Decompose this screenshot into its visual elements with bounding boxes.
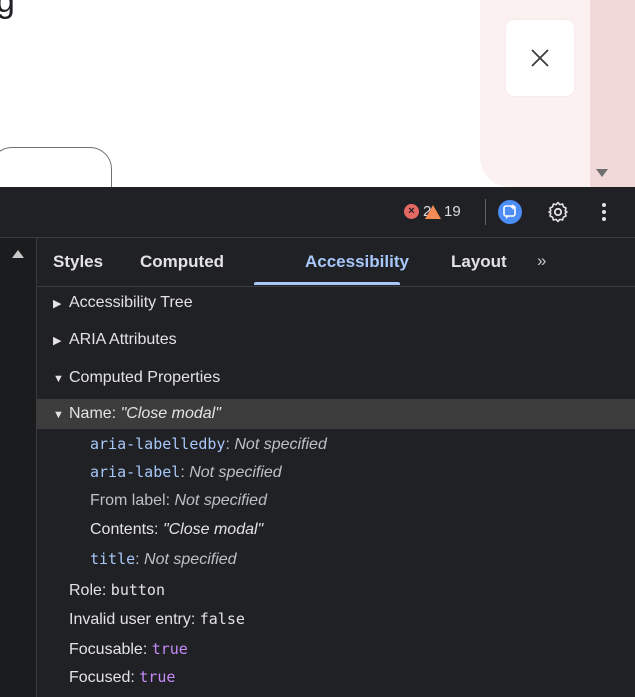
- error-icon: ×: [404, 204, 419, 219]
- more-tabs-chevron-icon[interactable]: »: [537, 251, 546, 271]
- left-gutter: [0, 238, 37, 697]
- gear-icon: [548, 201, 568, 223]
- scroll-up-arrow-icon[interactable]: [12, 250, 24, 258]
- tab-layout[interactable]: Layout: [451, 252, 507, 272]
- focused-value: true: [139, 668, 176, 686]
- page-input-box[interactable]: [0, 147, 112, 187]
- focusable-value: true: [151, 640, 188, 658]
- page-preview: g: [0, 0, 635, 187]
- ai-assistance-button[interactable]: [498, 200, 522, 224]
- close-icon: [531, 49, 549, 67]
- name-label: Name:: [69, 405, 121, 422]
- tab-accessibility[interactable]: Accessibility: [305, 252, 409, 272]
- source-key: title: [90, 550, 136, 568]
- expand-down-icon: ▼: [53, 409, 64, 421]
- page-heading: g: [0, 0, 15, 20]
- decorative-stripe: [590, 0, 635, 187]
- expand-right-icon: ▶: [53, 298, 62, 310]
- active-tab-indicator: [254, 282, 400, 285]
- invalid-label: Invalid user entry:: [69, 611, 200, 628]
- name-source-row: title: Not specified: [90, 550, 237, 568]
- toolbar-divider: [485, 199, 486, 225]
- tab-styles[interactable]: Styles: [53, 252, 103, 272]
- invalid-value: false: [199, 610, 245, 628]
- source-value: Not specified: [174, 492, 267, 509]
- section-computed-properties[interactable]: ▼ Computed Properties: [37, 363, 635, 393]
- source-key: aria-label: [90, 463, 181, 481]
- section-label: ARIA Attributes: [69, 331, 177, 348]
- tab-computed[interactable]: Computed: [140, 252, 224, 272]
- property-role: Role: button: [37, 575, 635, 605]
- property-focused: Focused: true: [37, 662, 635, 692]
- property-focusable: Focusable: true: [37, 634, 635, 664]
- source-key: Contents: [90, 521, 155, 538]
- expand-down-icon: ▼: [53, 373, 64, 385]
- name-value: "Close modal": [120, 405, 221, 422]
- source-value: Not specified: [144, 551, 237, 568]
- name-source-row: From label: Not specified: [90, 492, 267, 509]
- section-aria-attributes[interactable]: ▶ ARIA Attributes: [37, 325, 635, 355]
- more-options-button[interactable]: [599, 200, 609, 229]
- source-value: Not specified: [234, 436, 327, 453]
- role-value: button: [110, 581, 165, 599]
- scroll-down-arrow-icon[interactable]: [596, 169, 608, 177]
- section-accessibility-tree[interactable]: ▶ Accessibility Tree: [37, 288, 635, 318]
- warning-count: 19: [444, 203, 461, 220]
- source-value: Not specified: [189, 464, 282, 481]
- expand-right-icon: ▶: [53, 335, 62, 347]
- source-key: aria-labelledby: [90, 435, 226, 453]
- warning-counter[interactable]: 19: [425, 203, 461, 220]
- ai-assistance-icon: [503, 204, 516, 219]
- close-modal-button[interactable]: [506, 20, 574, 96]
- focused-label: Focused:: [69, 669, 140, 686]
- source-value: "Close modal": [162, 521, 264, 538]
- name-source-row: aria-label: Not specified: [90, 463, 282, 481]
- property-name[interactable]: ▼ Name: "Close modal": [37, 399, 635, 429]
- property-invalid: Invalid user entry: false: [37, 604, 635, 634]
- settings-button[interactable]: [546, 200, 570, 229]
- kebab-menu-icon: [602, 203, 606, 221]
- name-source-row: aria-labelledby: Not specified: [90, 435, 327, 453]
- focusable-label: Focusable:: [69, 641, 152, 658]
- devtools-toolbar: × 2 19: [0, 187, 635, 238]
- section-label: Computed Properties: [69, 369, 221, 386]
- source-key: From label: [90, 492, 166, 509]
- sidebar-tabs: Styles Computed Accessibility Layout »: [37, 238, 635, 287]
- section-label: Accessibility Tree: [69, 294, 193, 311]
- name-source-row: Contents: "Close modal": [90, 521, 264, 538]
- warning-icon: [425, 204, 441, 219]
- role-label: Role:: [69, 582, 111, 599]
